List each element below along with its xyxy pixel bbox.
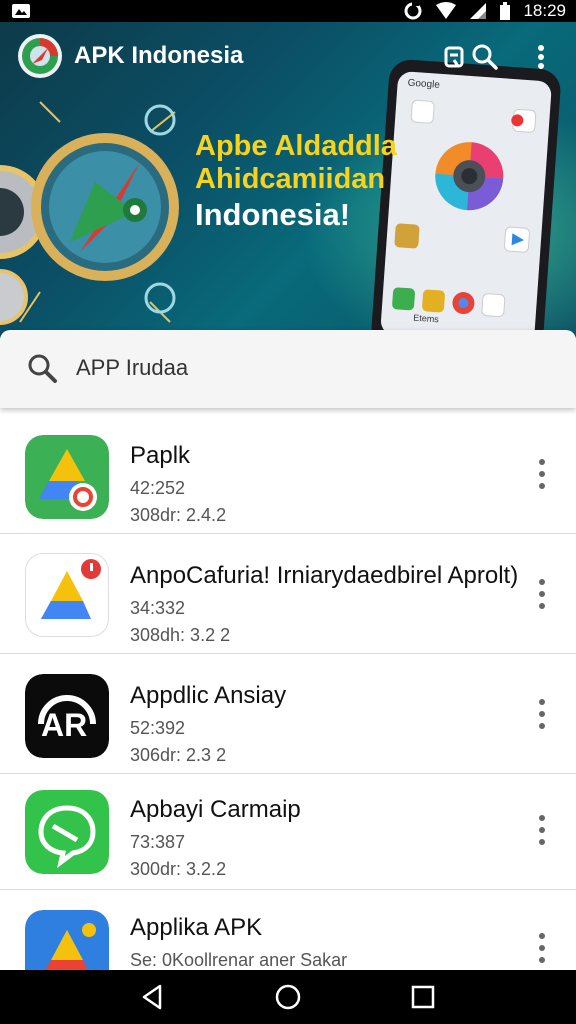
more-vert-icon[interactable]: [528, 930, 556, 966]
app-size: 73:387: [130, 832, 186, 852]
search-bar[interactable]: [0, 330, 576, 408]
recents-icon[interactable]: [408, 982, 438, 1012]
search-icon: [28, 354, 57, 383]
svg-text:AR: AR: [41, 707, 87, 743]
status-icons: 18:29: [403, 0, 566, 22]
chat-bubble-icon: [25, 790, 109, 874]
app-version: 300dr: 3.2.2: [130, 859, 227, 879]
phone-app-grid: [392, 99, 537, 318]
hero-banner[interactable]: Google Etems Apbe Aldaddla Ahidcamiidan …: [0, 22, 576, 338]
status-time: 18:29: [523, 1, 566, 20]
drive-update-icon: [25, 553, 109, 637]
app-name: Appdlic Ansiay: [130, 682, 287, 709]
list-item-text: AnpoCafuria! Irniarydaedbirel Aprolt) 34…: [130, 562, 518, 646]
status-bar: 18:29: [0, 0, 576, 22]
headline-line-2: Ahidcamiidan: [195, 163, 386, 196]
more-vert-icon[interactable]: [528, 696, 556, 732]
app-size: 52:392: [130, 718, 186, 738]
more-vert-icon[interactable]: [524, 40, 558, 74]
app-version: 306dr: 2.3 2: [130, 745, 227, 765]
list-item-text: Paplk 42:252 308dr: 2.4.2: [130, 442, 226, 526]
ar-app-icon: AR: [25, 674, 109, 758]
list-item[interactable]: Applika APK Se: 0Koollrenar aner Sakar: [0, 890, 576, 970]
list-item-text: Applika APK Se: 0Koollrenar aner Sakar: [130, 914, 347, 970]
banner-headline: Apbe Aldaddla Ahidcamiidan Indonesia!: [195, 130, 405, 232]
navigation-bar: [0, 970, 576, 1024]
app-version: 308dh: 3.2 2: [130, 625, 231, 645]
app-name: AnpoCafuria! Irniarydaedbirel Aprolt): [130, 562, 519, 589]
app-bar: APK Indonesia: [0, 22, 576, 90]
app-name: Paplk: [130, 442, 191, 469]
app-title: APK Indonesia: [74, 42, 244, 69]
list-item[interactable]: AR Appdlic Ansiay 52:392 306dr: 2.3 2: [0, 654, 576, 774]
list-item[interactable]: AnpoCafuria! Irniarydaedbirel Aprolt) 34…: [0, 534, 576, 654]
signal-icon: [470, 3, 487, 19]
more-vert-icon[interactable]: [528, 456, 556, 492]
app-version: 308dr: 2.4.2: [130, 505, 227, 525]
list-item[interactable]: Paplk 42:252 308dr: 2.4.2: [0, 414, 576, 534]
app-logo-icon[interactable]: [18, 34, 62, 78]
app-name: Apbayi Carmaip: [130, 796, 301, 823]
more-vert-icon[interactable]: [528, 576, 556, 612]
app-list: Paplk 42:252 308dr: 2.4.2 AnpoCafuria! I…: [0, 414, 576, 970]
search-icon[interactable]: [468, 40, 502, 74]
phone-screen: Google Etems: [380, 70, 553, 338]
wifi-icon: [436, 2, 457, 19]
list-item-text: Appdlic Ansiay 52:392 306dr: 2.3 2: [130, 682, 286, 766]
list-item[interactable]: Apbayi Carmaip 73:387 300dr: 3.2.2: [0, 774, 576, 890]
list-item-text: Apbayi Carmaip 73:387 300dr: 3.2.2: [130, 796, 301, 880]
home-icon[interactable]: [273, 982, 303, 1012]
app-size: 42:252: [130, 478, 186, 498]
search-input[interactable]: [76, 350, 536, 386]
more-vert-icon[interactable]: [528, 812, 556, 848]
battery-icon: [500, 2, 511, 20]
app-description: Se: 0Koollrenar aner Sakar: [130, 950, 348, 970]
google-drive-icon: [25, 435, 109, 519]
back-icon[interactable]: [138, 982, 168, 1012]
android-notification-icon: [12, 4, 30, 18]
app-name: Applika APK: [130, 914, 263, 941]
drive-blue-icon: [25, 910, 109, 970]
headline-line-1: Apbe Aldaddla: [195, 130, 397, 162]
app-size: 34:332: [130, 598, 186, 618]
phone-caption: Etems: [412, 312, 440, 325]
sync-icon: [404, 1, 422, 20]
headline-line-3: Indonesia!: [195, 196, 351, 232]
compass-gear-illustration: [0, 101, 179, 325]
